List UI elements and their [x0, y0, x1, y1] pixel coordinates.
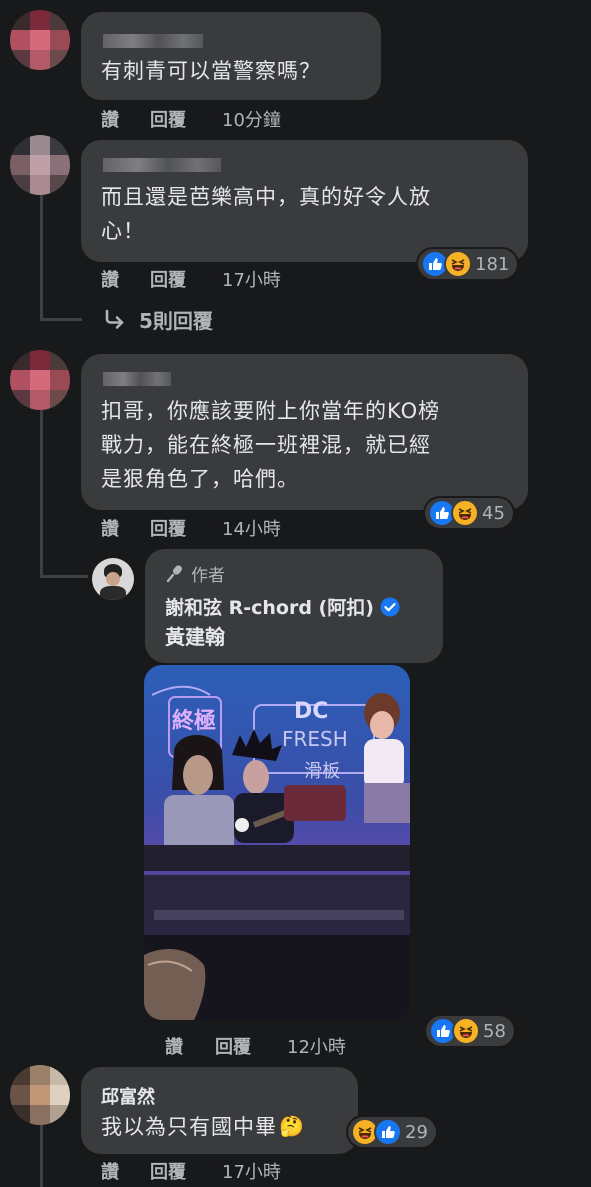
reply-text: 黃建翰 [165, 625, 225, 649]
thread-line [40, 1125, 43, 1187]
timestamp[interactable]: 12小時 [287, 1033, 346, 1059]
comment-text-line: 是狠角色了，哈們。 [101, 467, 299, 491]
reply-button[interactable]: 回覆 [150, 106, 186, 132]
reaction-summary[interactable]: 58 [426, 1016, 514, 1046]
author-name[interactable]: 邱富然 [101, 1083, 155, 1109]
reply-bubble: 作者 謝和弦 R-chord (阿扣) 黃建翰 [145, 549, 443, 663]
author-name-blurred[interactable] [103, 34, 203, 48]
board-text: 滑板 [304, 761, 340, 782]
comment-bubble: 扣哥，你應該要附上你當年的KO榜 戰力，能在終極一班裡混，就已經 是狠角色了，哈… [81, 354, 528, 510]
comment-text-line: 戰力，能在終極一班裡混，就已經 [101, 433, 431, 457]
verified-badge-icon [380, 597, 400, 617]
like-button[interactable]: 讚 [101, 266, 119, 292]
board-text: DC [294, 699, 329, 724]
timestamp[interactable]: 14小時 [222, 515, 281, 541]
reply-button[interactable]: 回覆 [150, 266, 186, 292]
comment-bubble: 而且還是芭樂高中，真的好令人放 心！ [81, 140, 528, 262]
author-badge: 作者 [165, 561, 225, 586]
like-reaction-icon [374, 1118, 402, 1146]
comment-text: 有刺青可以當警察嗎？ [101, 59, 321, 83]
like-button[interactable]: 讚 [101, 515, 119, 541]
author-name-blurred[interactable] [103, 158, 221, 172]
timestamp[interactable]: 17小時 [222, 266, 281, 292]
author-name-blurred[interactable] [103, 372, 171, 386]
comment-bubble: 有刺青可以當警察嗎？ [81, 12, 381, 100]
like-button[interactable]: 讚 [165, 1033, 183, 1059]
comment-text-row: 我以為只有國中畢 🤔 [101, 1111, 304, 1141]
view-replies-button[interactable]: 5則回覆 [103, 305, 213, 334]
reaction-count: 58 [483, 1020, 506, 1042]
timestamp[interactable]: 10分鐘 [222, 106, 281, 132]
comment-text: 我以為只有國中畢 [101, 1115, 277, 1139]
reaction-count: 181 [475, 253, 510, 275]
board-text: 終極 [172, 709, 217, 734]
reaction-summary[interactable]: 45 [425, 498, 513, 528]
avatar[interactable] [10, 1065, 70, 1125]
thread-line [40, 410, 43, 578]
microphone-icon [165, 564, 185, 584]
reply-button[interactable]: 回覆 [150, 515, 186, 541]
reaction-count: 45 [482, 502, 505, 524]
reply-button[interactable]: 回覆 [150, 1158, 186, 1184]
reply-photo[interactable]: 終極 DC FRESH 滑板 [144, 665, 410, 1020]
view-replies-label: 5則回覆 [139, 309, 213, 333]
thread-line [40, 318, 82, 321]
comment-text-line: 而且還是芭樂高中，真的好令人放 [101, 185, 431, 209]
author-badge-label: 作者 [191, 566, 225, 586]
haha-reaction-icon [451, 499, 479, 527]
haha-reaction-icon [444, 250, 472, 278]
board-text: FRESH [282, 727, 348, 751]
like-button[interactable]: 讚 [101, 106, 119, 132]
author-name[interactable]: 謝和弦 R-chord (阿扣) [165, 593, 374, 620]
thread-line [40, 575, 88, 578]
avatar[interactable] [10, 10, 70, 70]
reaction-summary[interactable]: 29 [348, 1117, 436, 1147]
avatar[interactable] [10, 350, 70, 410]
comment-text-line: 扣哥，你應該要附上你當年的KO榜 [101, 399, 441, 423]
reply-arrow-icon [103, 308, 127, 332]
author-name-row: 謝和弦 R-chord (阿扣) [165, 593, 400, 620]
like-button[interactable]: 讚 [101, 1158, 119, 1184]
timestamp[interactable]: 17小時 [222, 1158, 281, 1184]
comment-text-line: 心！ [101, 219, 145, 243]
reply-button[interactable]: 回覆 [215, 1033, 251, 1059]
reaction-count: 29 [405, 1121, 428, 1143]
thinking-face-emoji: 🤔 [279, 1114, 304, 1138]
comment-bubble: 邱富然 我以為只有國中畢 🤔 [81, 1067, 358, 1154]
thread-line [40, 195, 43, 320]
haha-reaction-icon [452, 1017, 480, 1045]
avatar[interactable] [10, 135, 70, 195]
reaction-summary[interactable]: 181 [418, 249, 518, 279]
author-avatar[interactable] [92, 558, 134, 600]
